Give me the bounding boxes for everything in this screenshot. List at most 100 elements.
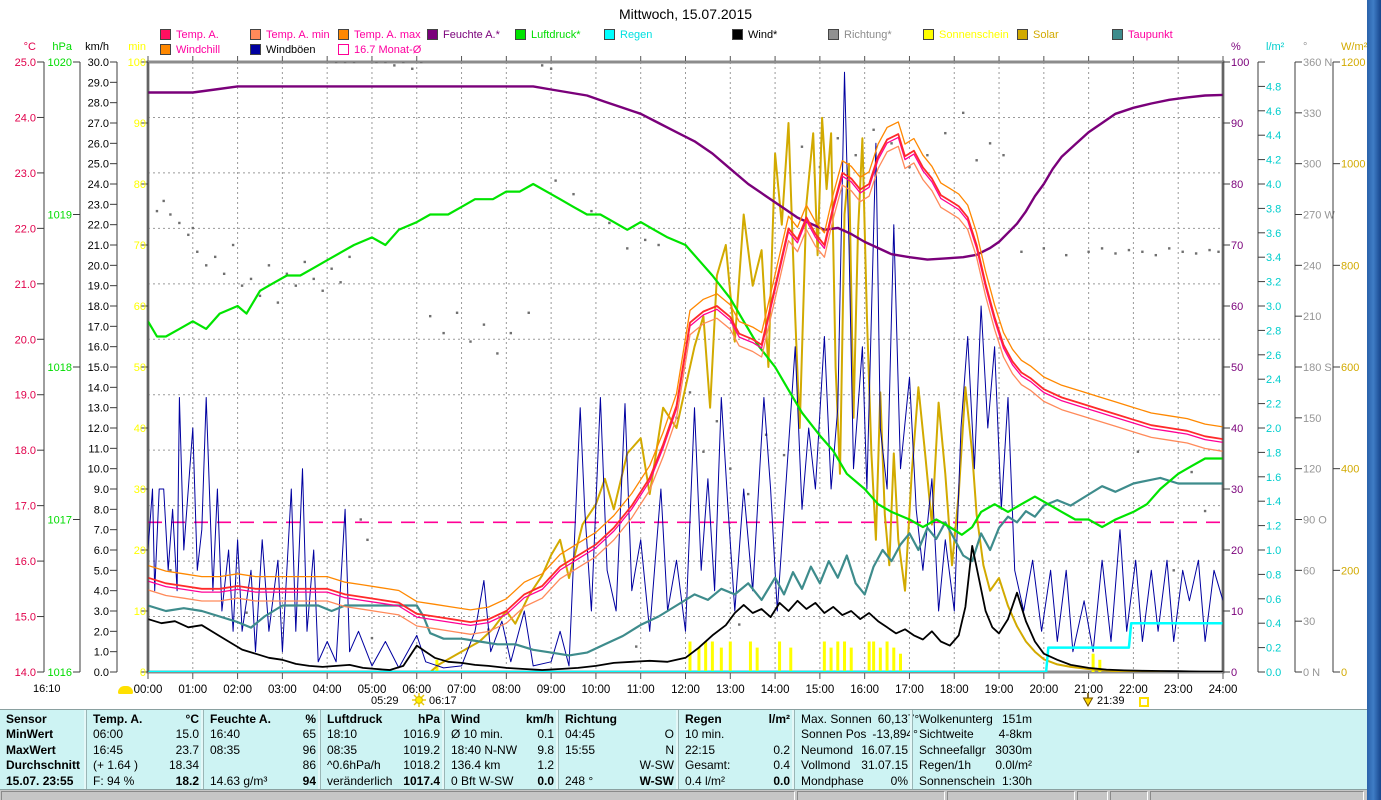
svg-text:22.0: 22.0 [15, 223, 36, 235]
svg-text:19.0: 19.0 [88, 281, 109, 293]
cell-label: Sensor [6, 712, 47, 726]
cell-value: °C [185, 712, 199, 726]
cell-label: 16:45 [93, 742, 124, 757]
svg-text:11.0: 11.0 [88, 443, 109, 455]
sensor-column-luftdruck: Luftdruck hPa 18:10 1016.9 08:35 1019.2 ^0.6hP… [320, 710, 444, 789]
table-row: 16:40 65 [210, 727, 316, 742]
svg-text:360 N: 360 N [1303, 57, 1332, 69]
cell-value: 23.7 [175, 742, 199, 757]
cell-label: (+ 1.64 ) [93, 758, 139, 773]
svg-text:23:00: 23:00 [1164, 684, 1193, 696]
svg-text:6.0: 6.0 [94, 545, 109, 557]
svg-text:11:00: 11:00 [627, 684, 655, 696]
cell-label: Vollmond [801, 758, 851, 773]
cell-label: Durchschnitt [6, 758, 81, 773]
svg-text:270 W: 270 W [1303, 210, 1335, 222]
cell-label: Wind [451, 712, 481, 726]
svg-text:4.6: 4.6 [1266, 106, 1281, 118]
svg-text:120: 120 [1303, 464, 1321, 476]
svg-text:2.2: 2.2 [1266, 399, 1281, 411]
svg-text:4.0: 4.0 [1266, 179, 1281, 191]
svg-text:03:00: 03:00 [268, 684, 297, 696]
table-row: 08:35 1019.2 [327, 743, 440, 758]
cell-label: MinWert [6, 727, 54, 742]
svg-text:24.0: 24.0 [15, 112, 36, 124]
svg-text:24:00: 24:00 [1209, 684, 1238, 696]
axis-degc: °C 25.0 24.0 23.0 22.0 21.0 20.0 19.0 18.0 17.0 16… [15, 41, 45, 679]
svg-text:15.0: 15.0 [88, 362, 109, 374]
svg-text:1.0: 1.0 [94, 647, 109, 659]
cell-label: 22:15 [685, 742, 716, 757]
cell-label: veränderlich [327, 773, 393, 788]
table-row: Ø 10 min. 0.1 [451, 727, 554, 742]
svg-text:1016: 1016 [48, 667, 72, 679]
cell-value: 94 [302, 773, 316, 788]
svg-text:17.0: 17.0 [88, 321, 109, 333]
svg-text:0 N: 0 N [1303, 667, 1320, 679]
cell-label: Temp. A. [93, 712, 143, 726]
svg-text:40: 40 [1231, 423, 1243, 435]
cell-value: 1017.4 [403, 773, 440, 788]
svg-text:800: 800 [1341, 260, 1359, 272]
cell-value: 86 [302, 758, 316, 773]
cell-value: 1:30h [1001, 773, 1032, 788]
svg-text:°C: °C [24, 41, 36, 53]
svg-text:20: 20 [1231, 545, 1243, 557]
table-row: W-SW [565, 758, 674, 773]
moon-phase-icon [1139, 697, 1149, 707]
x-axis-labels: 00:00 01:00 02:00 03:00 04:00 05:00 06:00 07:00… [134, 684, 1238, 696]
table-row: Sensor [6, 712, 82, 727]
svg-text:90 O: 90 O [1303, 515, 1327, 527]
svg-text:W/m²: W/m² [1341, 41, 1368, 53]
axis-wm2: W/m² 1200 1000 800 600 400 200 0 [1332, 41, 1368, 679]
svg-text:20:00: 20:00 [1029, 684, 1058, 696]
svg-text:27.0: 27.0 [88, 118, 109, 130]
svg-text:25.0: 25.0 [15, 57, 36, 69]
svg-text:18.0: 18.0 [15, 445, 36, 457]
svg-text:3.0: 3.0 [94, 606, 109, 618]
cell-label: Sonnen Pos [801, 727, 867, 742]
cell-label: 248 ° [565, 773, 594, 788]
svg-text:100: 100 [1231, 57, 1249, 69]
svg-text:0: 0 [140, 667, 146, 679]
svg-text:90: 90 [134, 118, 146, 130]
svg-text:1018: 1018 [48, 362, 72, 374]
cell-value: 1016.9 [403, 727, 440, 742]
status-segment-5 [1110, 791, 1148, 800]
svg-text:30.0: 30.0 [88, 57, 109, 69]
svg-text:26.0: 26.0 [88, 138, 109, 150]
status-segment-1 [1, 791, 795, 800]
sunrise-time-label: 06:17 [429, 695, 457, 707]
table-row: MinWert [6, 727, 82, 742]
svg-text:9.0: 9.0 [94, 484, 109, 496]
svg-text:1020: 1020 [48, 57, 72, 69]
svg-text:16:00: 16:00 [850, 684, 879, 696]
table-row: 248 ° W-SW [565, 774, 674, 789]
svg-text:l/m²: l/m² [1266, 41, 1285, 53]
sensor-column-richtung: Richtung 04:45 O 15:55 N W-SW 248 ° W-SW [558, 710, 678, 789]
cell-label: 15:55 [565, 742, 596, 757]
svg-text:100: 100 [128, 57, 146, 69]
svg-text:29.0: 29.0 [88, 77, 109, 89]
svg-text:23.0: 23.0 [88, 199, 109, 211]
cell-label: Regen [685, 712, 722, 726]
svg-text:12:00: 12:00 [671, 684, 700, 696]
table-row: 15:55 N [565, 743, 674, 758]
svg-text:2.6: 2.6 [1266, 350, 1281, 362]
cell-value: W-SW [639, 773, 674, 788]
svg-text:17.0: 17.0 [15, 501, 36, 513]
moon-icon [118, 686, 133, 694]
svg-text:4.0: 4.0 [94, 586, 109, 598]
table-row: Vollmond 31.07.15 [801, 758, 908, 773]
svg-text:3.2: 3.2 [1266, 277, 1281, 289]
cell-value: 0.0 [773, 773, 790, 788]
table-row: 136.4 km 1.2 [451, 758, 554, 773]
svg-text:13.0: 13.0 [88, 403, 109, 415]
svg-text:40: 40 [134, 423, 146, 435]
svg-text:1017: 1017 [48, 515, 72, 527]
svg-text:4.8: 4.8 [1266, 81, 1281, 93]
cell-label: Luftdruck [327, 712, 383, 726]
cell-value: 1.2 [537, 758, 554, 773]
table-row: Luftdruck hPa [327, 712, 440, 727]
svg-text:330: 330 [1303, 108, 1321, 120]
